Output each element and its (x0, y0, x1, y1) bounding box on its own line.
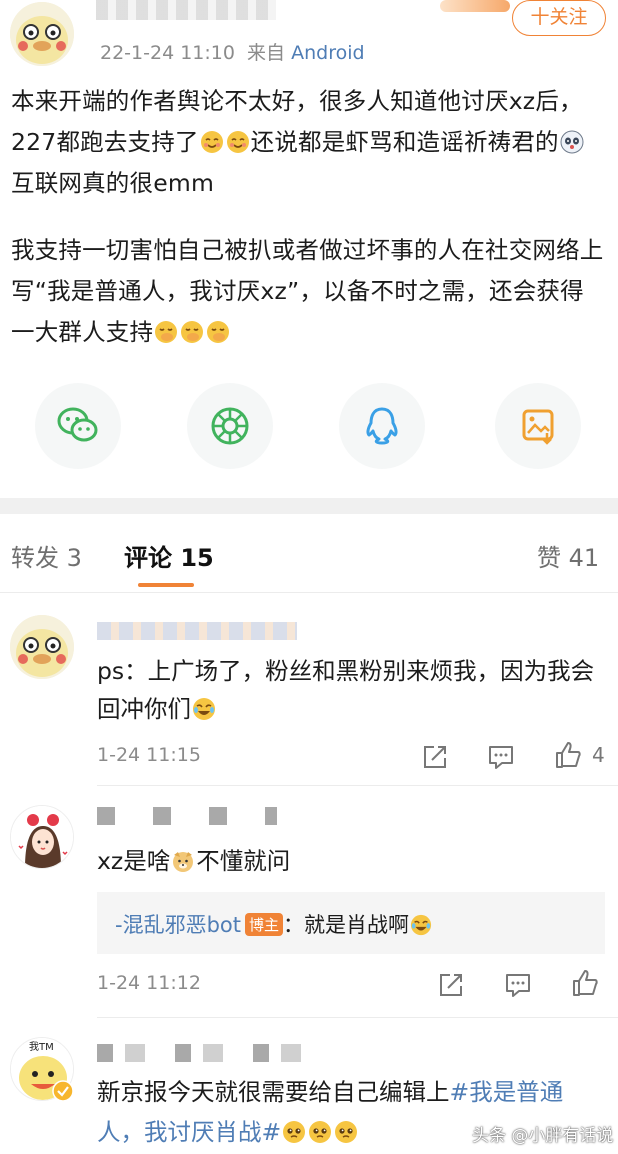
moments-icon (211, 407, 249, 445)
blurred-username (97, 807, 277, 825)
share-icon[interactable] (420, 742, 450, 772)
active-tab-indicator (138, 583, 194, 587)
comment-text-segment: ps：上广场了，粉丝和黑粉别来烦我，因为我会回冲你们 (97, 657, 595, 723)
hehe-emoji-icon (200, 131, 223, 153)
tab-comments[interactable]: 评论 15 (124, 538, 214, 573)
post-text-segment: 我支持一切害怕自己被扒或者做过坏事的人在社交网络上写“我是普通人，我讨厌xz”，… (11, 236, 604, 346)
badge-decoration (440, 0, 510, 12)
like-icon[interactable] (570, 968, 600, 998)
comment-separator (97, 1017, 618, 1018)
share-moments-button[interactable] (187, 383, 273, 469)
commenter-avatar[interactable] (10, 805, 74, 869)
duck-avatar-icon (10, 2, 74, 66)
wechat-icon (57, 407, 98, 442)
hand-over-mouth-emoji-icon (207, 321, 230, 343)
doge-emoji-icon (173, 852, 194, 872)
save-image-button[interactable] (495, 383, 581, 469)
author-avatar[interactable] (10, 2, 74, 66)
blurred-username (96, 0, 276, 20)
post-time: 22-1-24 11:10 (100, 42, 235, 64)
share-qq-button[interactable] (339, 383, 425, 469)
qq-icon (366, 407, 398, 445)
laugh-cry-emoji-icon (410, 914, 432, 936)
duck-avatar-icon (10, 615, 74, 679)
pleading-emoji-icon (335, 1121, 358, 1143)
tab-likes[interactable]: 赞 41 (537, 538, 599, 573)
laugh-cry-emoji-icon (193, 698, 215, 720)
pleading-emoji-icon (309, 1121, 332, 1143)
hand-over-mouth-emoji-icon (181, 321, 204, 343)
comment-time: 1-24 11:12 (97, 972, 201, 994)
post-text-segment: 互联网真的很emm (11, 169, 215, 197)
share-wechat-button[interactable] (35, 383, 121, 469)
comment-text-segment: xz是啥 (97, 847, 171, 875)
source-prefix: 来自 (247, 42, 286, 64)
post-source[interactable]: Android (291, 42, 364, 64)
like-count: 4 (592, 743, 605, 767)
avatar-caption: 我TM (29, 1041, 54, 1053)
comment-icon[interactable] (503, 970, 533, 1000)
reply-preview[interactable]: -混乱邪恶bot 博主 ：就是肖战啊 (97, 892, 605, 954)
share-icon[interactable] (436, 970, 466, 1000)
save-image-icon (522, 409, 554, 445)
reply-author[interactable]: -混乱邪恶bot (115, 913, 241, 937)
girl-avatar-icon (11, 806, 73, 868)
panda-emoji-icon (560, 130, 584, 154)
comment-icon[interactable] (486, 742, 516, 772)
post-paragraph-1: 本来开端的作者舆论不太好，很多人知道他讨厌xz后，227都跑去支持了 还说都是虾骂… (11, 81, 607, 204)
hand-over-mouth-emoji-icon (155, 321, 178, 343)
like-icon[interactable] (553, 740, 583, 770)
post-meta: 22-1-24 11:10 来自 Android (100, 38, 365, 65)
verified-badge-icon (52, 1080, 74, 1102)
reply-text: ：就是肖战啊 (283, 913, 410, 937)
pleading-emoji-icon (283, 1121, 306, 1143)
blurred-username (97, 622, 297, 640)
comment-separator (97, 785, 618, 786)
comment-text: ps：上广场了，粉丝和黑粉别来烦我，因为我会回冲你们 (97, 652, 609, 728)
watermark: 头条 @小胖有话说 (472, 1126, 614, 1146)
reply-content: -混乱邪恶bot 博主 ：就是肖战啊 (115, 909, 433, 939)
comment-text: xz是啥 不懂就问 (97, 842, 609, 880)
section-divider (0, 498, 618, 514)
post-text-segment: 还说都是虾骂和造谣祈祷君的 (250, 128, 559, 156)
tab-repost[interactable]: 转发 3 (11, 538, 82, 573)
commenter-avatar[interactable] (10, 615, 74, 679)
post-paragraph-2: 我支持一切害怕自己被扒或者做过坏事的人在社交网络上写“我是普通人，我讨厌xz”，… (11, 230, 607, 353)
blurred-username (97, 1044, 317, 1062)
comment-text-segment: 新京报今天就很需要给自己编辑上 (97, 1078, 450, 1106)
op-badge: 博主 (245, 913, 284, 936)
follow-button[interactable]: 十关注 (512, 0, 606, 36)
hehe-emoji-icon (226, 131, 249, 153)
tabs-border (0, 592, 618, 593)
comment-text-segment: 不懂就问 (196, 847, 291, 875)
comment-time: 1-24 11:15 (97, 744, 201, 766)
